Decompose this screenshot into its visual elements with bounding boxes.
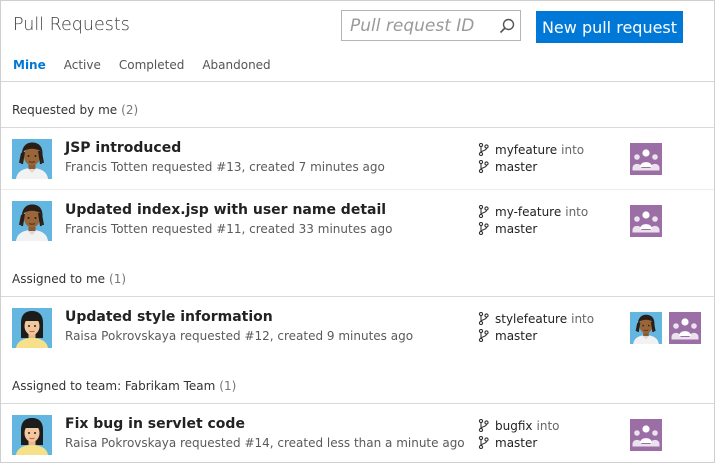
into-label: into: [565, 204, 589, 219]
source-branch: bugfix: [495, 418, 533, 433]
section-header[interactable]: Requested by me (2): [1, 82, 714, 128]
reviewer-avatar[interactable]: [630, 312, 662, 344]
header: Pull Requests New pull request Mine Acti…: [1, 1, 714, 82]
pull-request-meta: Raisa Pokrovskaya requested #14, created…: [65, 436, 465, 450]
tab-completed[interactable]: Completed: [119, 58, 184, 72]
pull-request-title[interactable]: Fix bug in servlet code: [65, 416, 245, 432]
section-title: Assigned to me: [12, 272, 106, 286]
pull-request-title[interactable]: Updated index.jsp with user name detail: [65, 202, 386, 218]
branch-icon: [478, 328, 489, 343]
section-title: Requested by me: [12, 103, 118, 117]
pull-requests-panel: Pull Requests New pull request Mine Acti…: [0, 0, 715, 463]
into-label: into: [571, 311, 595, 326]
pull-request-row[interactable]: Updated style information Raisa Pokrovska…: [1, 297, 714, 358]
section-header[interactable]: Assigned to me (1): [1, 251, 714, 297]
author-avatar: [12, 139, 52, 179]
branch-info: my-feature into master: [478, 203, 588, 237]
page-title: Pull Requests: [13, 15, 130, 35]
target-branch: master: [495, 159, 538, 174]
tab-bar: Mine Active Completed Abandoned: [13, 58, 289, 72]
branch-icon: [478, 311, 489, 326]
section-label: Assigned to team: Fabrikam Team (1): [12, 379, 236, 393]
branch-icon: [478, 204, 489, 219]
source-branch: my-feature: [495, 204, 562, 219]
source-branch: stylefeature: [495, 311, 568, 326]
section-title: Assigned to team: Fabrikam Team: [12, 379, 216, 393]
pull-request-row[interactable]: Updated index.jsp with user name detail F…: [1, 190, 714, 251]
author-avatar: [12, 415, 52, 455]
reviewer-team-avatar[interactable]: [630, 205, 662, 237]
search-box[interactable]: [341, 10, 521, 41]
reviewer-team-avatar[interactable]: [630, 143, 662, 175]
author-avatar: [12, 308, 52, 348]
target-branch: master: [495, 435, 538, 450]
tab-abandoned[interactable]: Abandoned: [202, 58, 270, 72]
branch-info: myfeature into master: [478, 141, 584, 175]
branch-icon: [478, 159, 489, 174]
pull-request-row[interactable]: Fix bug in servlet code Raisa Pokrovskaya…: [1, 404, 714, 462]
section-label: Requested by me (2): [12, 103, 138, 117]
tab-active[interactable]: Active: [64, 58, 101, 72]
reviewers: [630, 143, 669, 175]
pull-request-title[interactable]: Updated style information: [65, 309, 273, 325]
pull-request-id-input[interactable]: [350, 14, 500, 38]
reviewer-team-avatar[interactable]: [669, 312, 701, 344]
reviewers: [630, 205, 669, 237]
branch-info: stylefeature into master: [478, 310, 594, 344]
target-branch: master: [495, 221, 538, 236]
search-icon[interactable]: [498, 17, 516, 35]
section-count: (1): [109, 272, 127, 286]
into-label: into: [536, 418, 560, 433]
branch-icon: [478, 435, 489, 450]
author-avatar: [12, 201, 52, 241]
pull-request-row[interactable]: JSP introduced Francis Totten requested #…: [1, 128, 714, 190]
branch-icon: [478, 142, 489, 157]
section-header[interactable]: Assigned to team: Fabrikam Team (1): [1, 358, 714, 404]
pull-request-title[interactable]: JSP introduced: [65, 140, 181, 156]
pull-request-meta: Francis Totten requested #11, created 33…: [65, 222, 393, 236]
reviewers: [630, 312, 708, 344]
tab-mine[interactable]: Mine: [13, 58, 46, 72]
pull-request-meta: Raisa Pokrovskaya requested #12, created…: [65, 329, 414, 343]
pull-request-list: Requested by me (2) JSP introduced Francis …: [1, 82, 714, 462]
into-label: into: [561, 142, 585, 157]
reviewers: [630, 419, 669, 451]
pull-request-meta: Francis Totten requested #13, created 7 …: [65, 160, 385, 174]
section-label: Assigned to me (1): [12, 272, 126, 286]
section-count: (2): [121, 103, 139, 117]
section-count: (1): [219, 379, 237, 393]
branch-info: bugfix into master: [478, 417, 560, 451]
reviewer-team-avatar[interactable]: [630, 419, 662, 451]
branch-icon: [478, 221, 489, 236]
target-branch: master: [495, 328, 538, 343]
source-branch: myfeature: [495, 142, 558, 157]
branch-icon: [478, 418, 489, 433]
new-pull-request-button[interactable]: New pull request: [536, 11, 683, 43]
